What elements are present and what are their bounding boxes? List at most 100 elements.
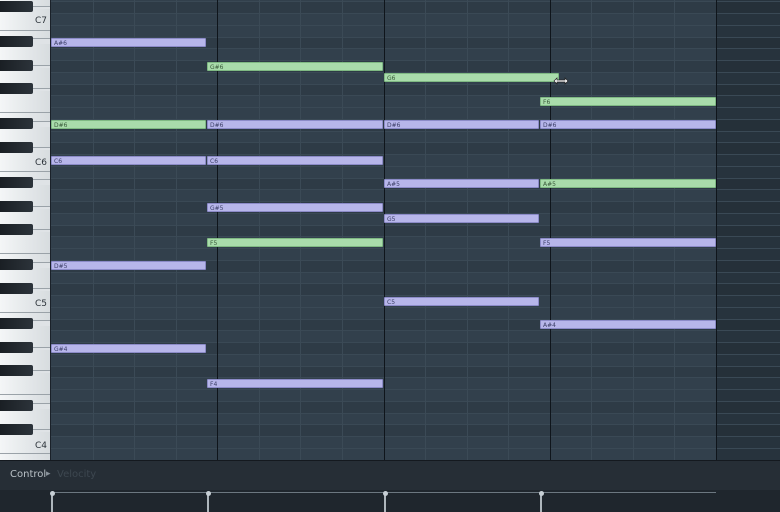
note-c6[interactable]: C6 — [51, 155, 206, 165]
resize-cursor-icon — [553, 77, 569, 85]
note-asharp5[interactable]: A#5 — [384, 179, 539, 188]
white-key[interactable] — [0, 373, 50, 395]
grid-row-line — [51, 130, 780, 132]
grid-end-region — [716, 0, 780, 460]
grid-row-line — [51, 295, 780, 296]
note-dsharp5[interactable]: D#5 — [51, 261, 206, 271]
velocity-stem[interactable] — [382, 491, 388, 512]
note-f5[interactable]: F5 — [207, 237, 383, 247]
grid-row-line — [51, 189, 780, 191]
grid-row-dark — [51, 201, 780, 213]
grid-row-line — [51, 107, 780, 108]
grid-row-dark — [51, 142, 780, 154]
beat-line — [508, 0, 509, 460]
grid-row-line — [51, 83, 780, 85]
grid-row-line — [51, 224, 780, 226]
note-gsharp4[interactable]: G#4 — [51, 343, 206, 353]
note-g6[interactable]: G6 — [384, 73, 559, 83]
grid-row-dark — [51, 424, 780, 436]
grid-row-line — [51, 248, 780, 249]
black-key[interactable] — [0, 259, 33, 271]
black-key[interactable] — [0, 200, 33, 212]
beat-line — [633, 0, 634, 460]
grid-row-line — [51, 306, 780, 308]
grid-row-line — [51, 330, 780, 332]
note-gsharp5[interactable]: G#5 — [207, 202, 383, 212]
octave-label-c4: C4 — [34, 441, 47, 451]
black-key[interactable] — [0, 118, 33, 130]
grid-row-line — [51, 271, 780, 273]
grid-row-line — [51, 436, 780, 437]
note-dsharp6[interactable]: D#6 — [207, 120, 383, 130]
black-key[interactable] — [0, 0, 33, 12]
black-key[interactable] — [0, 59, 33, 71]
piano-keyboard[interactable]: C7 C6 C5 C4 — [0, 0, 51, 460]
grid-row-line — [51, 377, 780, 379]
velocity-stem[interactable] — [538, 491, 544, 512]
note-c6[interactable]: C6 — [207, 155, 383, 165]
grid-row-line — [51, 283, 780, 285]
event-editor-bar: Control ▸ Velocity — [0, 460, 780, 490]
grid-row-dark — [51, 1, 780, 13]
note-gsharp6[interactable]: G#6 — [207, 61, 383, 71]
velocity-lane[interactable] — [0, 490, 780, 512]
octave-label-c7: C7 — [34, 16, 47, 26]
note-dsharp6[interactable]: D#6 — [540, 120, 716, 130]
beat-line — [176, 0, 177, 460]
grid-row-line — [51, 353, 780, 355]
control-label[interactable]: Control — [10, 469, 46, 480]
grid-row-line — [51, 13, 780, 14]
velocity-handle[interactable] — [205, 491, 211, 496]
note-f6[interactable]: F6 — [540, 96, 716, 106]
grid-row-line — [51, 201, 780, 202]
black-key[interactable] — [0, 318, 33, 329]
black-key[interactable] — [0, 423, 33, 435]
bar-line — [384, 0, 385, 460]
grid-row-line — [51, 447, 780, 449]
beat-line — [93, 0, 94, 460]
grid-row-line — [51, 24, 780, 26]
black-key[interactable] — [0, 365, 33, 376]
note-g5[interactable]: G5 — [384, 214, 539, 224]
velocity-handle[interactable] — [382, 491, 388, 496]
note-f5[interactable]: F5 — [540, 237, 716, 247]
grid-row-dark — [51, 60, 780, 72]
grid-row-dark — [51, 224, 780, 237]
black-key[interactable] — [0, 177, 33, 188]
note-grid[interactable]: A#6 G#6 G6 F6 D#6 D#6 D#6 D#6 C6 C6 A#5 A#5 G#5 G5 F5 F… — [51, 0, 780, 460]
grid-row-line — [51, 400, 780, 402]
black-key[interactable] — [0, 141, 33, 153]
note-asharp5[interactable]: A#5 — [540, 179, 716, 188]
black-key[interactable] — [0, 224, 33, 235]
velocity-stem[interactable] — [205, 491, 211, 512]
grid-row-line — [51, 365, 780, 367]
velocity-handle[interactable] — [49, 491, 55, 496]
black-key[interactable] — [0, 83, 33, 94]
black-key[interactable] — [0, 400, 33, 412]
note-f4[interactable]: F4 — [207, 378, 383, 388]
grid-row-line — [51, 154, 780, 155]
white-key[interactable] — [0, 232, 50, 254]
grid-row-line — [51, 342, 780, 343]
grid-row-line — [51, 424, 780, 426]
grid-row-line — [51, 389, 780, 390]
velocity-stem[interactable] — [49, 491, 55, 512]
control-target-label[interactable]: Velocity — [57, 469, 96, 480]
note-dsharp6[interactable]: D#6 — [51, 120, 206, 130]
grid-row-line — [51, 60, 780, 61]
note-dsharp6[interactable]: D#6 — [384, 120, 539, 130]
grid-row-line — [51, 142, 780, 144]
white-key[interactable] — [0, 91, 50, 113]
velocity-handle[interactable] — [538, 491, 544, 496]
note-asharp4[interactable]: A#4 — [540, 320, 716, 329]
chevron-right-icon: ▸ — [46, 469, 51, 479]
beat-line — [467, 0, 468, 460]
grid-row-dark — [51, 283, 780, 295]
grid-row-line — [51, 1, 780, 3]
black-key[interactable] — [0, 282, 33, 294]
black-key[interactable] — [0, 341, 33, 353]
note-c5[interactable]: C5 — [384, 296, 539, 306]
note-asharp6[interactable]: A#6 — [51, 38, 206, 47]
black-key[interactable] — [0, 36, 33, 47]
beat-line — [591, 0, 592, 460]
